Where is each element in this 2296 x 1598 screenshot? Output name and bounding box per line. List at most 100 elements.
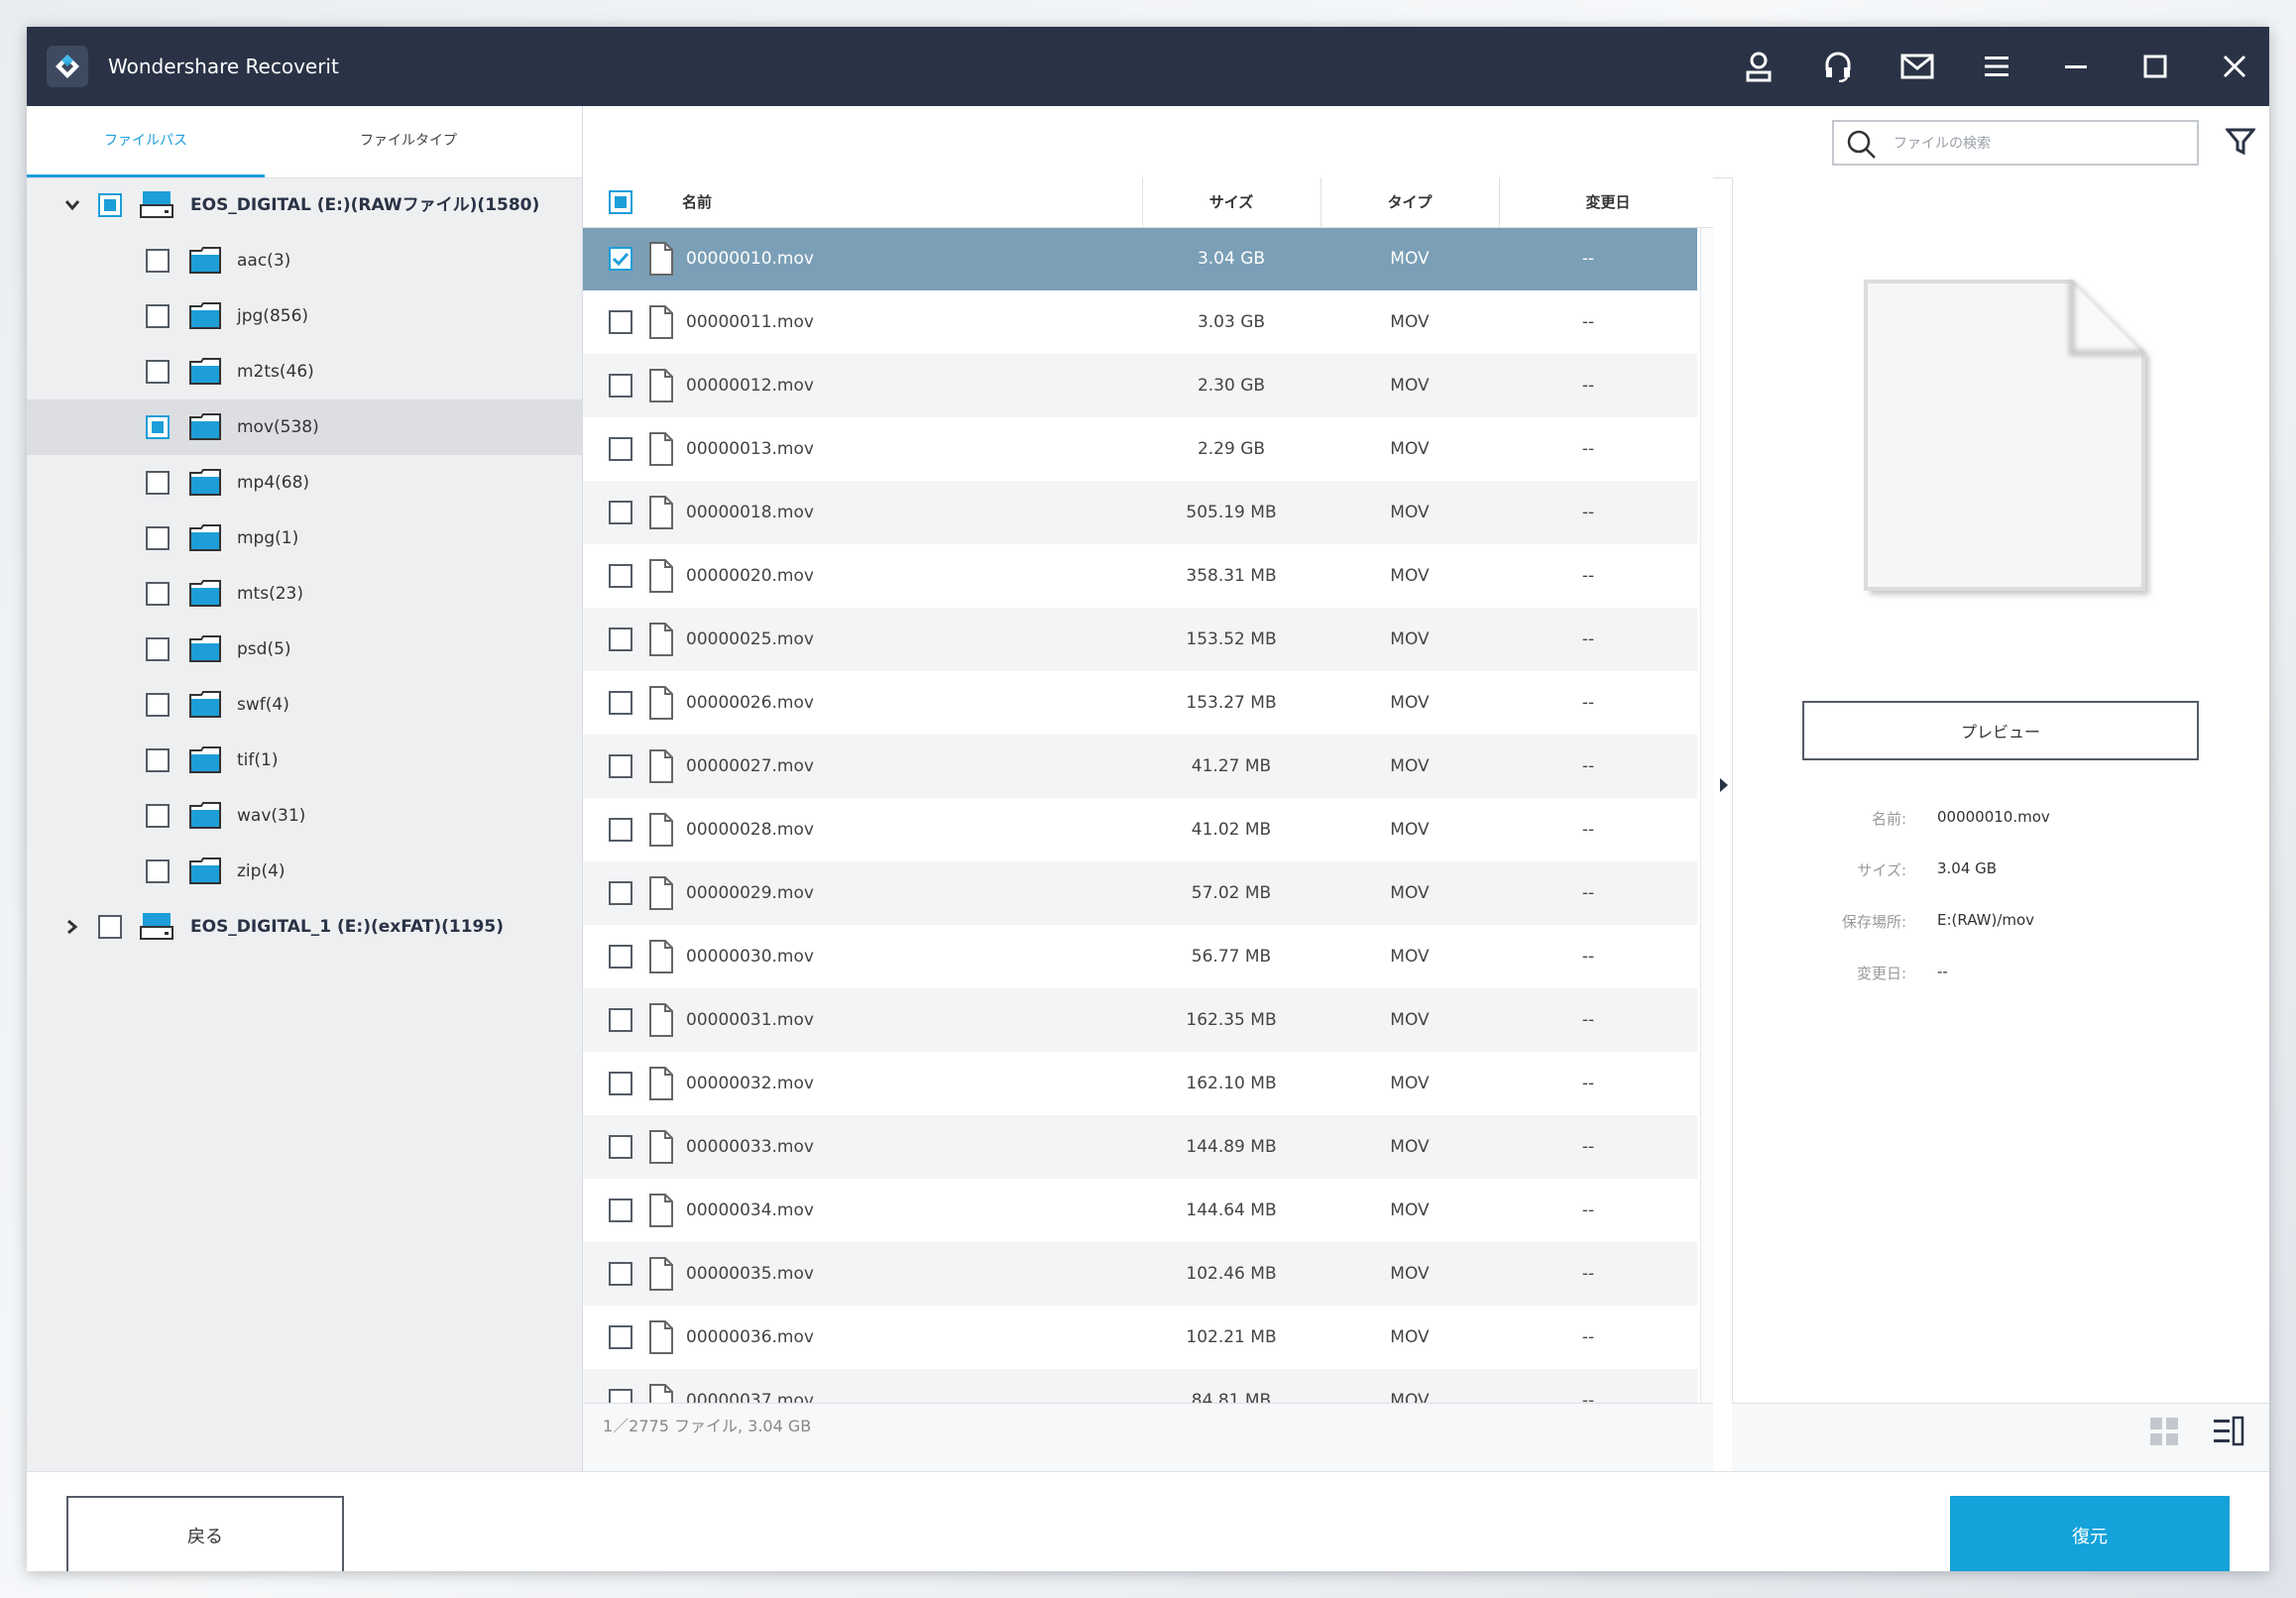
file-checkbox[interactable] [609,310,632,334]
file-checkbox[interactable] [609,1325,632,1349]
tab-file-type[interactable]: ファイルタイプ [265,106,552,177]
search-input[interactable] [1892,122,2193,166]
file-row[interactable]: 00000011.mov 3.03 GB MOV -- [583,290,1697,354]
folder-checkbox[interactable] [146,582,170,606]
file-checkbox[interactable] [609,1198,632,1222]
file-row[interactable]: 00000035.mov 102.46 MB MOV -- [583,1242,1697,1306]
tree-drive-eos-digital-1[interactable]: EOS_DIGITAL_1 (E:)(exFAT)(1195) [27,899,582,955]
tree-folder-mp4[interactable]: mp4(68) [27,455,582,511]
tab-file-path[interactable]: ファイルパス [27,106,265,177]
file-row[interactable]: 00000036.mov 102.21 MB MOV -- [583,1306,1697,1369]
close-icon[interactable] [2215,47,2254,86]
file-checkbox[interactable] [609,628,632,651]
column-modified-header[interactable]: 変更日 [1499,177,1713,227]
list-view-icon[interactable] [2212,1416,2245,1451]
chevron-down-icon[interactable] [62,195,82,215]
file-thumbnail-icon [1842,262,2179,623]
file-row[interactable]: 00000030.mov 56.77 MB MOV -- [583,925,1697,988]
tree-drive-eos-digital[interactable]: EOS_DIGITAL (E:)(RAWファイル)(1580) [27,177,582,233]
file-row[interactable]: 00000029.mov 57.02 MB MOV -- [583,861,1697,925]
file-row[interactable]: 00000033.mov 144.89 MB MOV -- [583,1115,1697,1179]
folder-checkbox[interactable] [146,360,170,384]
folder-checkbox[interactable] [146,748,170,772]
file-checkbox[interactable] [609,881,632,905]
tree-folder-swf[interactable]: swf(4) [27,677,582,733]
file-checkbox[interactable] [609,691,632,715]
file-list-scrollbar[interactable] [1700,227,1713,1403]
tree-folder-aac[interactable]: aac(3) [27,233,582,288]
folder-checkbox[interactable] [146,637,170,661]
file-row[interactable]: 00000020.mov 358.31 MB MOV -- [583,544,1697,608]
file-checkbox[interactable] [609,945,632,969]
column-type-header[interactable]: タイプ [1320,177,1499,227]
file-row[interactable]: 00000018.mov 505.19 MB MOV -- [583,481,1697,544]
folder-checkbox[interactable] [146,415,170,439]
file-row[interactable]: 00000025.mov 153.52 MB MOV -- [583,608,1697,671]
file-row[interactable]: 00000027.mov 41.27 MB MOV -- [583,735,1697,798]
file-icon [648,1319,674,1359]
column-name-header[interactable]: 名前 [682,177,761,227]
folder-checkbox[interactable] [146,693,170,717]
folder-checkbox[interactable] [146,804,170,828]
chevron-right-icon[interactable] [62,917,82,937]
folder-label: mov(538) [237,417,319,437]
tree-folder-zip[interactable]: zip(4) [27,844,582,899]
folder-checkbox[interactable] [146,859,170,883]
preview-button[interactable]: プレビュー [1802,701,2199,760]
file-checkbox[interactable] [609,1262,632,1286]
maximize-icon[interactable] [2135,47,2175,86]
tree-folder-wav[interactable]: wav(31) [27,788,582,844]
file-row[interactable]: 00000028.mov 41.02 MB MOV -- [583,798,1697,861]
file-type: MOV [1390,503,1430,522]
file-checkbox[interactable] [609,1389,632,1403]
drive-checkbox[interactable] [98,915,122,939]
search-box[interactable] [1832,120,2199,166]
file-checkbox[interactable] [609,1072,632,1095]
file-row[interactable]: 00000032.mov 162.10 MB MOV -- [583,1052,1697,1115]
column-size-header[interactable]: サイズ [1142,177,1320,227]
file-checkbox[interactable] [609,1008,632,1032]
folder-checkbox[interactable] [146,304,170,328]
recover-button[interactable]: 復元 [1950,1496,2230,1571]
file-row[interactable]: 00000034.mov 144.64 MB MOV -- [583,1179,1697,1242]
mail-icon[interactable] [1897,47,1937,86]
tree-folder-mov[interactable]: mov(538) [27,400,582,455]
tree-folder-mpg[interactable]: mpg(1) [27,511,582,566]
file-checkbox[interactable] [609,564,632,588]
back-button[interactable]: 戻る [66,1496,344,1571]
support-headset-icon[interactable] [1818,47,1858,86]
minimize-icon[interactable] [2056,47,2096,86]
file-size: 41.27 MB [1191,756,1272,776]
folder-checkbox[interactable] [146,249,170,273]
file-checkbox[interactable] [609,754,632,778]
file-row[interactable]: 00000012.mov 2.30 GB MOV -- [583,354,1697,417]
file-checkbox[interactable] [609,501,632,524]
file-row[interactable]: 00000037.mov 84.81 MB MOV -- [583,1369,1697,1403]
tree-folder-psd[interactable]: psd(5) [27,622,582,677]
account-icon[interactable] [1739,47,1779,86]
tree-folder-tif[interactable]: tif(1) [27,733,582,788]
file-type: MOV [1390,629,1430,649]
tree-folder-mts[interactable]: mts(23) [27,566,582,622]
file-name: 00000029.mov [686,883,814,903]
file-checkbox[interactable] [609,247,632,271]
grid-view-icon[interactable] [2148,1416,2180,1451]
collapse-preview-icon[interactable] [1719,777,1729,797]
file-checkbox[interactable] [609,437,632,461]
file-checkbox[interactable] [609,818,632,842]
info-location-key: 保存場所: [1841,913,1906,931]
folder-checkbox[interactable] [146,526,170,550]
select-all-checkbox[interactable] [609,190,632,214]
file-checkbox[interactable] [609,374,632,398]
file-row[interactable]: 00000013.mov 2.29 GB MOV -- [583,417,1697,481]
tree-folder-m2ts[interactable]: m2ts(46) [27,344,582,400]
tree-folder-jpg[interactable]: jpg(856) [27,288,582,344]
file-row[interactable]: 00000031.mov 162.35 MB MOV -- [583,988,1697,1052]
folder-checkbox[interactable] [146,471,170,495]
file-row[interactable]: 00000010.mov 3.04 GB MOV -- [583,227,1697,290]
menu-icon[interactable] [1977,47,2016,86]
file-row[interactable]: 00000026.mov 153.27 MB MOV -- [583,671,1697,735]
drive-checkbox[interactable] [98,193,122,217]
filter-icon[interactable] [2221,122,2260,162]
file-checkbox[interactable] [609,1135,632,1159]
